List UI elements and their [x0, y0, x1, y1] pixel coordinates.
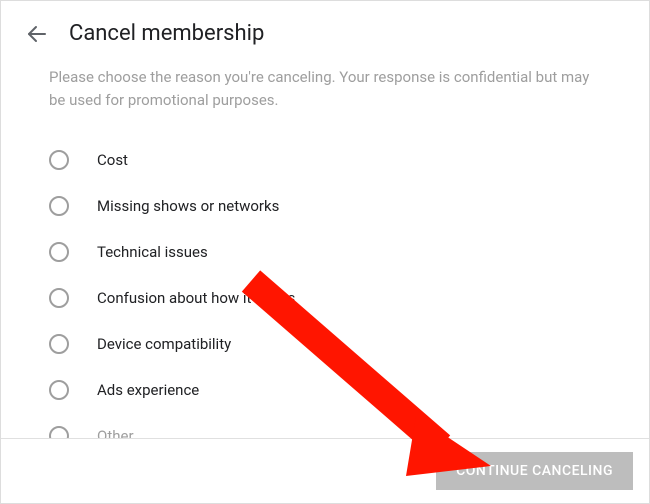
back-arrow-icon[interactable] — [25, 22, 49, 46]
option-confusion[interactable]: Confusion about how it works — [49, 275, 601, 321]
option-ads-experience[interactable]: Ads experience — [49, 367, 601, 413]
description-text: Please choose the reason you're cancelin… — [49, 66, 601, 113]
footer-bar: CONTINUE CANCELING — [1, 438, 649, 503]
option-label: Device compatibility — [97, 335, 231, 353]
option-cost[interactable]: Cost — [49, 137, 601, 183]
option-label: Technical issues — [97, 243, 208, 261]
cancel-reasons-list: Cost Missing shows or networks Technical… — [49, 137, 601, 459]
option-label: Missing shows or networks — [97, 197, 279, 215]
option-device-compatibility[interactable]: Device compatibility — [49, 321, 601, 367]
option-technical-issues[interactable]: Technical issues — [49, 229, 601, 275]
radio-icon — [49, 196, 69, 216]
radio-icon — [49, 380, 69, 400]
option-missing-shows[interactable]: Missing shows or networks — [49, 183, 601, 229]
content-area: Please choose the reason you're cancelin… — [1, 54, 649, 459]
page-title: Cancel membership — [69, 21, 264, 46]
radio-icon — [49, 150, 69, 170]
radio-icon — [49, 288, 69, 308]
option-label: Cost — [97, 151, 128, 169]
continue-canceling-button[interactable]: CONTINUE CANCELING — [436, 452, 633, 490]
option-label: Confusion about how it works — [97, 289, 295, 307]
option-label: Ads experience — [97, 381, 199, 399]
radio-icon — [49, 334, 69, 354]
header: Cancel membership — [1, 1, 649, 54]
radio-icon — [49, 242, 69, 262]
